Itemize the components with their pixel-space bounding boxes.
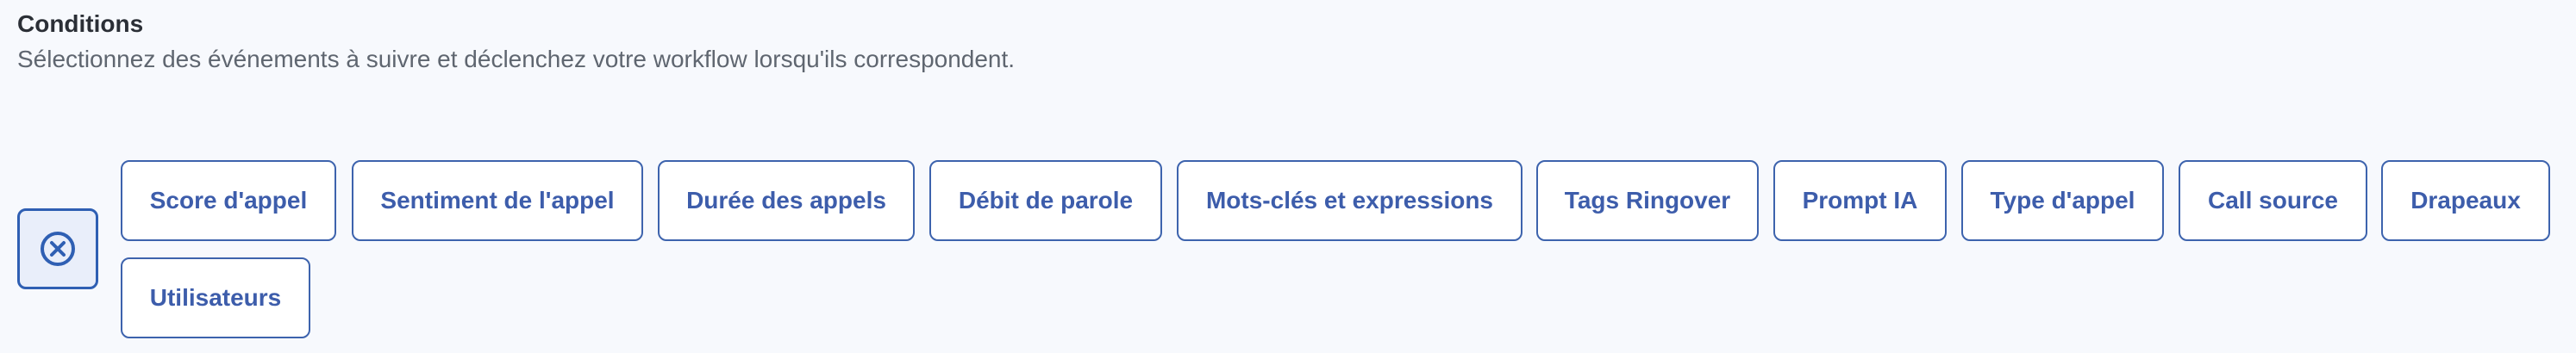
condition-option-keywords[interactable]: Mots-clés et expressions — [1177, 160, 1522, 241]
conditions-title: Conditions — [17, 10, 144, 37]
condition-option-call-source[interactable]: Call source — [2179, 160, 2367, 241]
condition-option-call-type[interactable]: Type d'appel — [1961, 160, 2164, 241]
condition-option-tags[interactable]: Tags Ringover — [1536, 160, 1759, 241]
condition-option-duration[interactable]: Durée des appels — [658, 160, 915, 241]
close-circle-icon — [39, 230, 77, 268]
remove-condition-button[interactable] — [17, 208, 98, 289]
condition-option-ai-prompt[interactable]: Prompt IA — [1773, 160, 1947, 241]
condition-option-flags[interactable]: Drapeaux — [2381, 160, 2550, 241]
condition-option-users[interactable]: Utilisateurs — [121, 257, 310, 338]
condition-option-sentiment[interactable]: Sentiment de l'appel — [352, 160, 643, 241]
condition-option-speech-rate[interactable]: Débit de parole — [929, 160, 1162, 241]
condition-option-score[interactable]: Score d'appel — [121, 160, 336, 241]
conditions-subtitle: Sélectionnez des événements à suivre et … — [17, 46, 1016, 72]
